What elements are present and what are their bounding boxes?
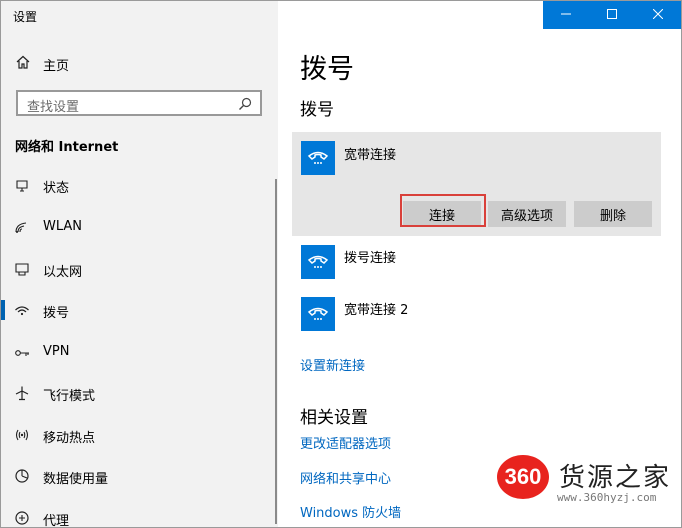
- sidebar-home[interactable]: 主页: [15, 53, 69, 75]
- ethernet-icon: [14, 261, 30, 277]
- search-input[interactable]: 查找设置: [16, 90, 262, 116]
- sidebar-item-ethernet[interactable]: 以太网: [1, 255, 271, 283]
- sidebar-item-label: VPN: [43, 344, 70, 359]
- sidebar-item-status[interactable]: 状态: [1, 171, 271, 199]
- home-icon: [15, 54, 31, 74]
- connect-button[interactable]: 连接: [403, 201, 481, 227]
- windows-firewall-link[interactable]: Windows 防火墙: [300, 502, 401, 521]
- page-title: 拨号: [300, 54, 354, 85]
- wifi-icon: [14, 219, 30, 235]
- sidebar-item-dialup[interactable]: 拨号: [1, 296, 271, 324]
- minimize-icon: [561, 8, 571, 23]
- vpn-icon: [14, 344, 30, 360]
- sidebar-item-data-usage[interactable]: 数据使用量: [1, 462, 271, 490]
- connection-name: 宽带连接: [344, 148, 397, 163]
- maximize-button[interactable]: [589, 1, 635, 29]
- sidebar-item-airplane[interactable]: 飞行模式: [1, 379, 271, 407]
- dialup-icon: [14, 302, 30, 318]
- phone-icon: [301, 141, 335, 175]
- airplane-icon: [14, 385, 30, 401]
- phone-icon: [301, 297, 335, 331]
- search-icon: [238, 97, 252, 115]
- sidebar-item-proxy[interactable]: 代理: [1, 504, 271, 528]
- connection-name[interactable]: 拨号连接: [344, 247, 396, 266]
- section-title: 拨号: [300, 100, 334, 120]
- hotspot-icon: [14, 427, 30, 443]
- adapter-options-link[interactable]: 更改适配器选项: [300, 433, 391, 452]
- sidebar-item-hotspot[interactable]: 移动热点: [1, 421, 271, 449]
- watermark-logo: 360: [497, 455, 549, 499]
- sidebar-item-label: 状态: [43, 181, 70, 196]
- advanced-options-button[interactable]: 高级选项: [488, 201, 566, 227]
- delete-button[interactable]: 删除: [574, 201, 652, 227]
- sidebar-item-label: 飞行模式: [43, 389, 96, 404]
- connection-name[interactable]: 宽带连接 2: [344, 299, 408, 318]
- maximize-icon: [607, 8, 617, 23]
- minimize-button[interactable]: [543, 1, 589, 29]
- sidebar-item-label: 移动热点: [43, 431, 96, 446]
- network-sharing-center-link[interactable]: 网络和共享中心: [300, 468, 391, 487]
- close-icon: [652, 8, 664, 23]
- proxy-icon: [14, 510, 30, 526]
- status-icon: [14, 177, 30, 193]
- new-connection-link[interactable]: 设置新连接: [300, 355, 365, 374]
- sidebar-item-label: 代理: [43, 514, 70, 528]
- related-settings-title: 相关设置: [300, 408, 368, 428]
- sidebar-item-label: 拨号: [43, 306, 70, 321]
- sidebar-item-label: WLAN: [43, 219, 83, 234]
- watermark: 360 货源之家 www.360hyzj.com: [497, 453, 681, 513]
- sidebar: 设置 主页 查找设置 网络和 Internet 状态 WLAN 以太网 拨号 V…: [1, 1, 278, 527]
- search-placeholder: 查找设置: [27, 100, 80, 115]
- active-indicator: [1, 300, 5, 320]
- sidebar-item-wlan[interactable]: WLAN: [1, 213, 271, 241]
- window-title: 设置: [13, 10, 38, 24]
- watermark-url: www.360hyzj.com: [557, 491, 657, 504]
- window-controls: [543, 1, 681, 29]
- sidebar-section-title: 网络和 Internet: [15, 140, 119, 155]
- watermark-brand: 货源之家: [559, 463, 672, 493]
- home-label: 主页: [43, 58, 70, 74]
- sidebar-item-label: 数据使用量: [43, 472, 109, 487]
- settings-window: 设置 主页 查找设置 网络和 Internet 状态 WLAN 以太网 拨号 V…: [0, 0, 682, 528]
- close-button[interactable]: [635, 1, 681, 29]
- sidebar-item-label: 以太网: [43, 265, 83, 280]
- data-usage-icon: [14, 468, 30, 484]
- sidebar-item-vpn[interactable]: VPN: [1, 338, 271, 366]
- phone-icon: [301, 245, 335, 279]
- sidebar-scrollbar[interactable]: [275, 179, 277, 524]
